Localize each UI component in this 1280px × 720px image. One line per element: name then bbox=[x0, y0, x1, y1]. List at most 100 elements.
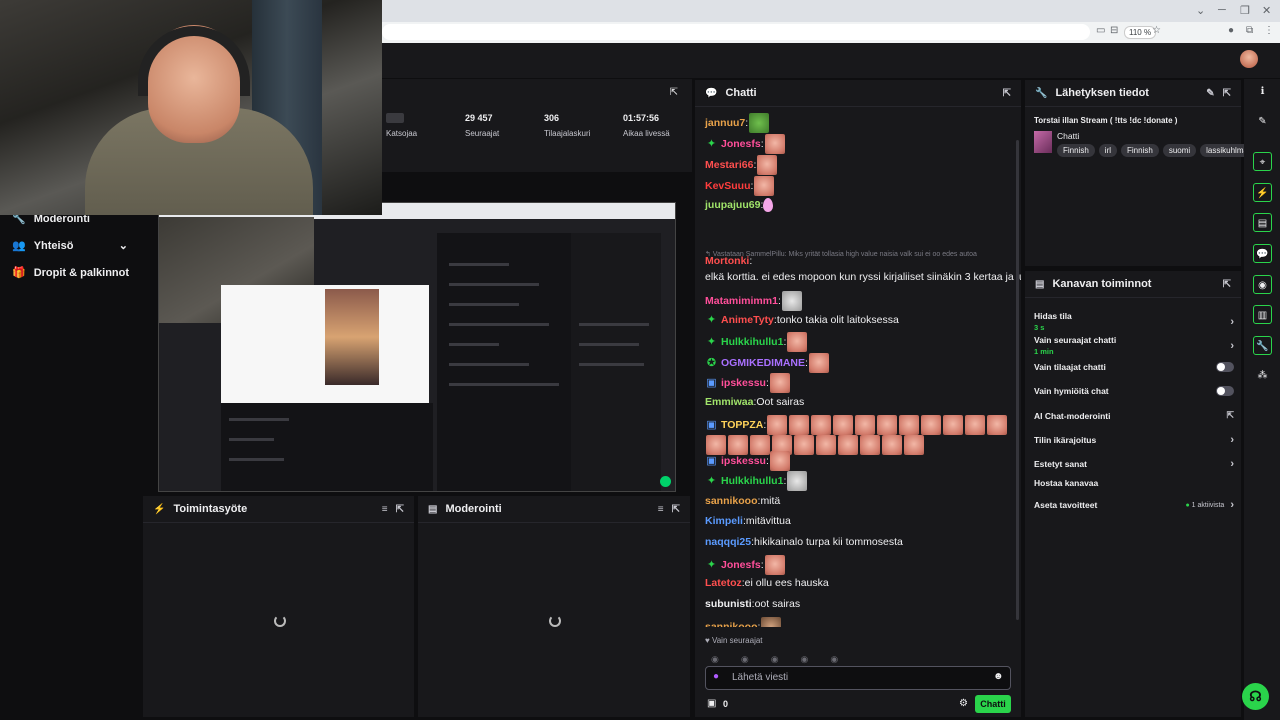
chat-username[interactable]: Matamimimm1 bbox=[705, 293, 778, 309]
emote-image[interactable] bbox=[769, 373, 790, 393]
chat-badge-icon[interactable]: ✦ bbox=[705, 314, 718, 327]
chat-message[interactable]: Emmiwaa: Oot sairas bbox=[705, 394, 1015, 410]
chevron-down-icon[interactable]: ⌄ bbox=[1196, 4, 1205, 17]
popout-icon[interactable]: ⇱ bbox=[1003, 88, 1011, 99]
emote-image[interactable] bbox=[769, 451, 790, 471]
sidebar-item-community[interactable]: 👥 Yhteisö ⌄ bbox=[0, 232, 140, 259]
emote-image[interactable] bbox=[764, 555, 785, 575]
chat-username[interactable]: Latetoz bbox=[705, 575, 742, 591]
help-button[interactable]: ☊ bbox=[1242, 683, 1269, 710]
chevron-right-icon[interactable]: › bbox=[1230, 434, 1234, 446]
chat-username[interactable]: TOPPZA bbox=[721, 417, 763, 433]
broadcast-icon[interactable]: ◉ bbox=[1253, 275, 1272, 294]
chevron-right-icon[interactable]: › bbox=[1230, 499, 1234, 511]
emote-image[interactable] bbox=[787, 471, 808, 491]
chat-username[interactable]: naqqqi25 bbox=[705, 534, 751, 550]
chevron-right-icon[interactable]: › bbox=[1230, 316, 1234, 328]
star-icon[interactable]: ☆ bbox=[1152, 25, 1161, 36]
chat-message[interactable]: KevSuuu: bbox=[705, 176, 1015, 196]
chat-badge-icon[interactable]: ▣ bbox=[705, 419, 718, 432]
camera-icon[interactable]: ⌖ bbox=[1253, 152, 1272, 171]
nodes-icon[interactable]: ⁂ bbox=[1253, 366, 1272, 385]
channel-action-item[interactable]: Aseta tavoitteet ● 1 aktiivista › bbox=[1034, 499, 1234, 511]
chat-input[interactable]: Lähetä viesti bbox=[705, 666, 1011, 690]
filter-icon[interactable]: ≡ bbox=[658, 504, 664, 515]
emote-image[interactable] bbox=[757, 155, 778, 175]
popout-icon[interactable]: ⇱ bbox=[670, 87, 678, 98]
emote-image[interactable] bbox=[965, 415, 986, 435]
channel-action-item[interactable]: Estetyt sanat › bbox=[1034, 458, 1234, 470]
points-icon[interactable]: ▣ bbox=[707, 698, 716, 709]
pencil-icon[interactable]: ✎ bbox=[1206, 88, 1214, 99]
extension-icon[interactable]: ⧉ bbox=[1246, 25, 1253, 36]
popout-icon[interactable]: ⇱ bbox=[672, 504, 680, 515]
filter-icon[interactable]: ≡ bbox=[382, 504, 388, 515]
pencil-icon[interactable]: ✎ bbox=[1253, 112, 1272, 131]
emote-image[interactable] bbox=[921, 415, 942, 435]
external-link-icon[interactable]: ⇱ bbox=[1226, 410, 1234, 421]
emote-image[interactable] bbox=[899, 415, 920, 435]
chat-badge-icon[interactable]: ✦ bbox=[705, 138, 718, 151]
emote-image[interactable] bbox=[877, 415, 898, 435]
chat-message-list[interactable]: jannuu7: ✦ Jonesfs: Mestari66: KevSuuu: j… bbox=[695, 107, 1021, 627]
sidebar-item-drops[interactable]: 🎁 Dropit & palkinnot bbox=[0, 259, 140, 286]
popout-icon[interactable]: ⇱ bbox=[1223, 88, 1231, 99]
gear-icon[interactable]: ⚙ bbox=[959, 698, 968, 709]
chat-message[interactable]: ▣ ipskessu: bbox=[705, 451, 1015, 471]
chat-badge-icon[interactable]: ✪ bbox=[705, 357, 718, 370]
emote-image[interactable] bbox=[811, 415, 832, 435]
chat-bubble-icon[interactable]: 💬 bbox=[1253, 244, 1272, 263]
avatar[interactable] bbox=[1240, 50, 1258, 68]
chat-username[interactable]: Mestari66 bbox=[705, 157, 753, 173]
emote-bar[interactable]: ◉◉◉◉◉ bbox=[711, 654, 860, 665]
emote-image[interactable] bbox=[761, 617, 782, 627]
chat-message[interactable]: Latetoz: ei ollu ees hauska bbox=[705, 575, 1015, 591]
channel-action-item[interactable]: Hidas tila 3 s › bbox=[1034, 311, 1234, 332]
chat-badge-icon[interactable]: ✦ bbox=[705, 559, 718, 572]
chat-username[interactable]: OGMIKEDIMANE bbox=[721, 355, 805, 371]
mic-icon[interactable]: ● bbox=[713, 671, 719, 682]
emoji-icon[interactable]: ☻ bbox=[993, 671, 1004, 682]
emote-image[interactable] bbox=[987, 415, 1008, 435]
chevron-right-icon[interactable]: › bbox=[1230, 458, 1234, 470]
chat-message[interactable]: naqqqi25: hikikainalo turpa kii tommoses… bbox=[705, 534, 1015, 550]
chat-username[interactable]: Jonesfs bbox=[721, 136, 761, 152]
chat-message[interactable]: Kimpeli: mitävittua bbox=[705, 513, 1015, 529]
chat-message[interactable]: juupajuu69: bbox=[705, 197, 1015, 213]
lightning-icon[interactable]: ⚡ bbox=[1253, 183, 1272, 202]
close-icon[interactable]: ✕ bbox=[1262, 4, 1271, 17]
chat-username[interactable]: juupajuu69 bbox=[705, 197, 760, 213]
chat-username[interactable]: KevSuuu bbox=[705, 178, 751, 194]
chat-message[interactable]: subunisti: oot sairas bbox=[705, 596, 1015, 612]
chat-message[interactable]: ▣ TOPPZA: bbox=[705, 415, 1015, 455]
emote-image[interactable] bbox=[855, 415, 876, 435]
emote-image[interactable] bbox=[787, 332, 808, 352]
chat-badge-icon[interactable]: ▣ bbox=[705, 377, 718, 390]
chat-username[interactable]: subunisti bbox=[705, 596, 752, 612]
chat-username[interactable]: sannikooo bbox=[705, 493, 758, 509]
emote-image[interactable] bbox=[767, 415, 788, 435]
chat-badge-icon[interactable]: ✦ bbox=[705, 336, 718, 349]
tag[interactable]: suomi bbox=[1162, 144, 1197, 157]
chat-username[interactable]: sannikooo bbox=[705, 619, 758, 627]
stream-preview[interactable] bbox=[142, 200, 691, 493]
toggle-switch[interactable] bbox=[1216, 386, 1234, 396]
emote-image[interactable] bbox=[808, 353, 829, 373]
chat-message[interactable]: Mestari66: bbox=[705, 155, 1015, 175]
server-icon[interactable]: ▥ bbox=[1253, 305, 1272, 324]
chat-username[interactable]: AnimeTyty bbox=[721, 312, 774, 328]
info-icon[interactable]: ● bbox=[1228, 25, 1234, 36]
emote-image[interactable] bbox=[763, 198, 774, 212]
emote-image[interactable] bbox=[943, 415, 964, 435]
chat-username[interactable]: ipskessu bbox=[721, 375, 766, 391]
cast-icon[interactable]: ▭ bbox=[1096, 25, 1105, 36]
chat-username[interactable]: ipskessu bbox=[721, 453, 766, 469]
chat-message[interactable]: sannikooo: bbox=[705, 617, 1015, 627]
chat-message[interactable]: ✦ AnimeTyty: tonko takia olit laitoksessa bbox=[705, 312, 1015, 328]
toggle-switch[interactable] bbox=[1216, 362, 1234, 372]
channel-action-item[interactable]: AI Chat-moderointi ⇱ bbox=[1034, 410, 1234, 421]
tag[interactable]: irl bbox=[1098, 144, 1118, 157]
chat-message[interactable]: sannikooo: mitä bbox=[705, 493, 1015, 509]
chat-badge-icon[interactable]: ▣ bbox=[705, 455, 718, 468]
chat-message[interactable]: Matamimimm1: bbox=[705, 291, 1015, 311]
